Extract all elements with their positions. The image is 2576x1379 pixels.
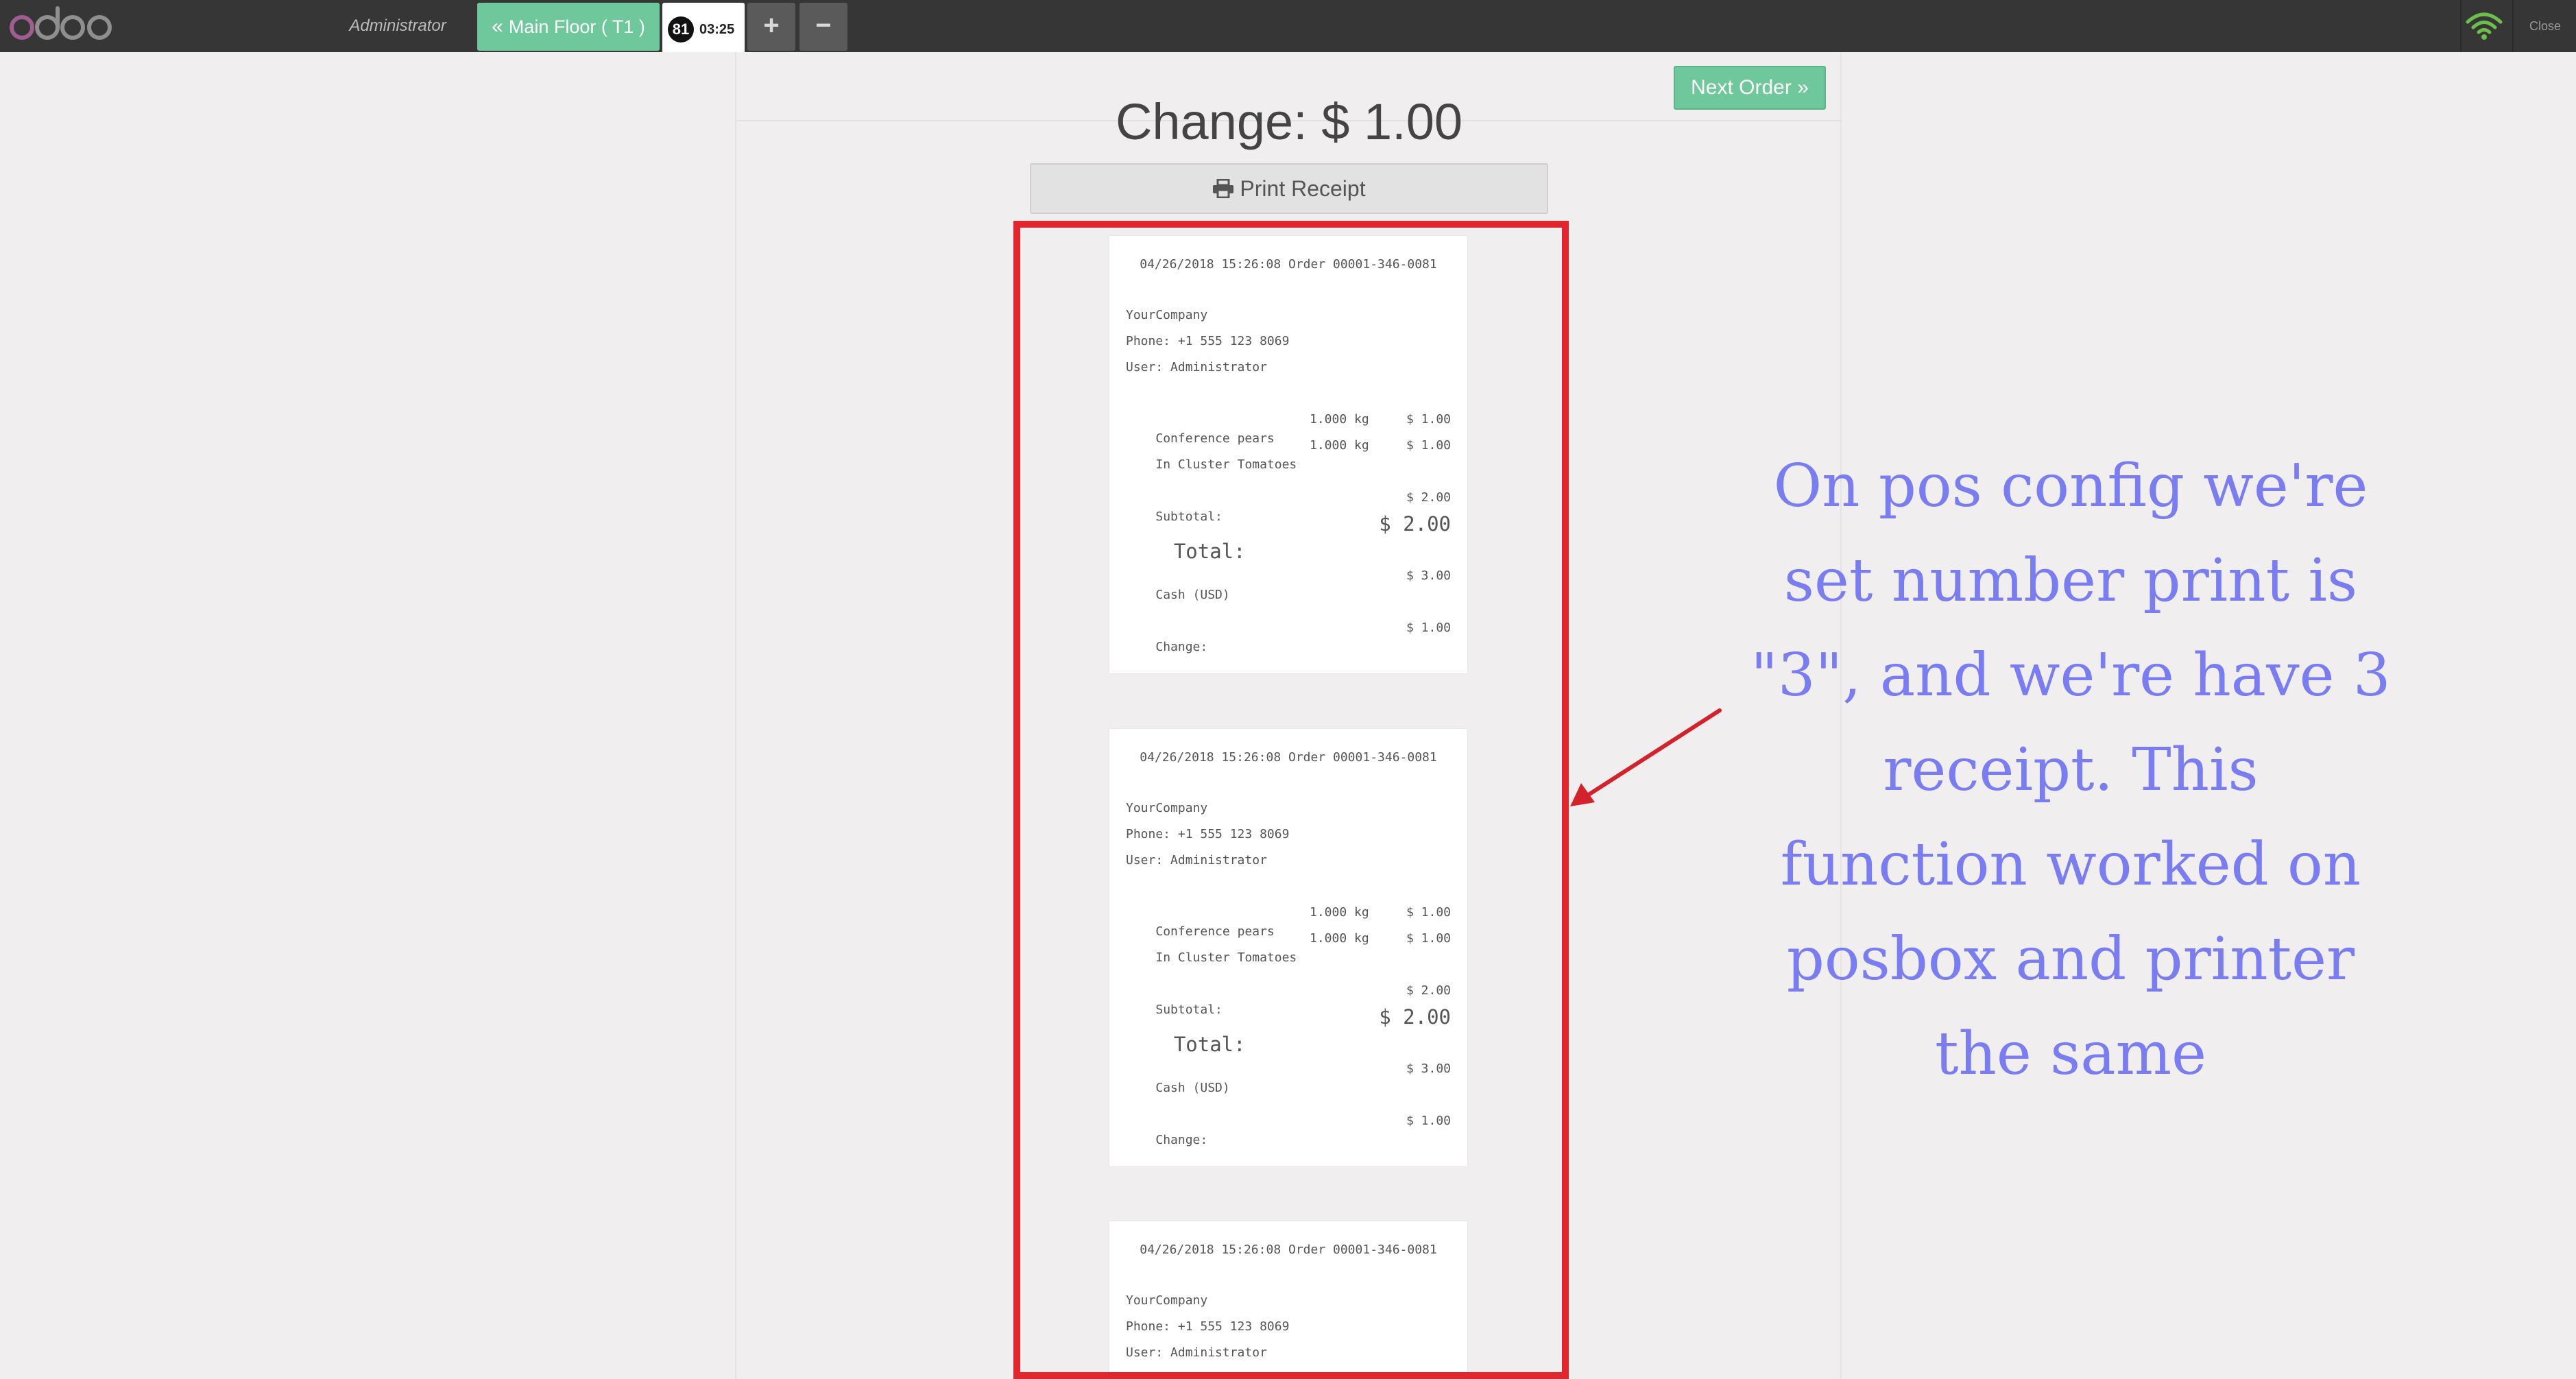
- annotation-line: the same: [1934, 1020, 2207, 1088]
- odoo-logo: [10, 6, 112, 40]
- print-receipt-label: Print Receipt: [1240, 176, 1366, 201]
- annotation-line: receipt. This: [1883, 736, 2259, 804]
- print-receipt-button[interactable]: Print Receipt: [1030, 163, 1548, 214]
- annotation-line: set number print is: [1783, 547, 2358, 615]
- annotation-note: On pos config we're set number print is …: [1694, 439, 2448, 1101]
- receipts-highlight-box-bottom: [1013, 1372, 1569, 1379]
- topbar-divider: [2460, 0, 2461, 52]
- topbar-divider: [2512, 0, 2514, 52]
- remove-order-button[interactable]: −: [799, 3, 847, 51]
- floor-button-label: Main Floor ( T1 ): [508, 16, 645, 37]
- printer-icon: [1213, 179, 1234, 198]
- next-order-label: Next Order: [1691, 76, 1792, 99]
- annotation-line: On pos config we're: [1773, 452, 2368, 520]
- cashier-name[interactable]: Administrator: [329, 14, 466, 38]
- next-order-button[interactable]: Next Order »: [1674, 66, 1826, 110]
- double-chevron-right-icon: »: [1797, 76, 1809, 99]
- annotation-line: posbox and printer: [1786, 925, 2355, 994]
- annotation-line: function worked on: [1780, 830, 2361, 899]
- back-to-floor-button[interactable]: «Main Floor ( T1 ): [477, 3, 660, 51]
- add-order-button[interactable]: +: [747, 3, 795, 51]
- receipts-highlight-box: [1013, 221, 1569, 1379]
- pos-topbar: Administrator «Main Floor ( T1 ) 81 03:2…: [0, 0, 2576, 52]
- order-time: 03:25: [699, 22, 735, 37]
- order-tab-81[interactable]: 81 03:25: [662, 3, 745, 52]
- change-amount: Change: $ 1.00: [1115, 93, 1463, 150]
- wifi-icon[interactable]: [2464, 10, 2504, 43]
- order-number-badge: 81: [668, 16, 694, 43]
- annotation-line: "3", and we're have 3: [1750, 641, 2391, 710]
- double-chevron-left-icon: «: [492, 15, 503, 38]
- close-button[interactable]: Close: [2518, 15, 2573, 37]
